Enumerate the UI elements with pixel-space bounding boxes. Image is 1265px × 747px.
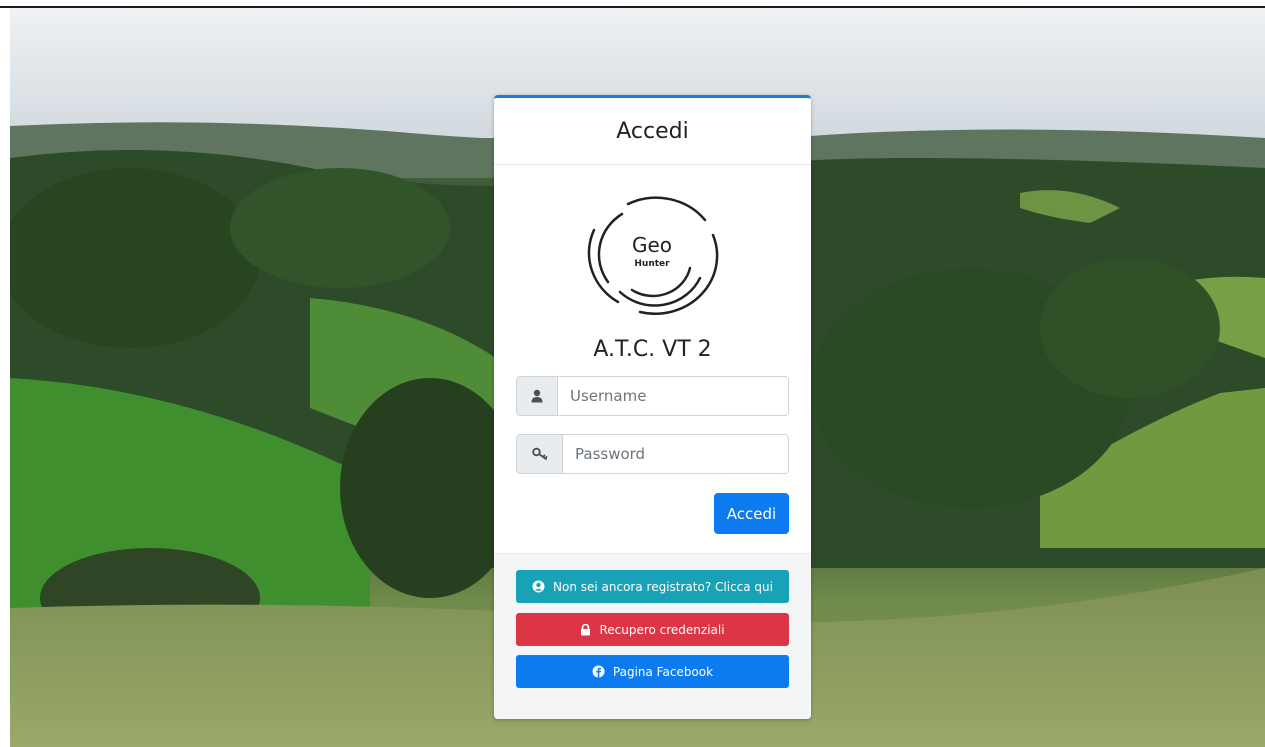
lock-icon <box>581 623 591 635</box>
password-input[interactable] <box>563 435 788 473</box>
login-card: Accedi Geo Hunter A.T.C. VT 2 Username A… <box>494 95 811 719</box>
user-icon <box>517 377 558 415</box>
user-circle-icon <box>532 580 545 593</box>
username-field-group <box>516 376 789 416</box>
logo-main-text: Geo <box>632 233 672 257</box>
logo-sub-text: Hunter <box>634 259 670 269</box>
recover-label: Recupero credenziali <box>599 622 725 637</box>
recover-credentials-button[interactable]: Recupero credenziali <box>516 613 789 646</box>
facebook-icon <box>592 665 605 678</box>
organization-name: A.T.C. VT 2 <box>593 337 712 362</box>
register-button[interactable]: Non sei ancora registrato? Clicca qui <box>516 570 789 603</box>
password-field-group <box>516 434 789 474</box>
facebook-label: Pagina Facebook <box>612 664 714 679</box>
login-footer: Non sei ancora registrato? Clicca qui Re… <box>494 553 811 719</box>
key-icon <box>517 435 563 473</box>
login-submit-button[interactable]: Accedi <box>714 493 789 534</box>
geohunter-logo-icon: Geo Hunter <box>587 196 719 315</box>
register-label: Non sei ancora registrato? Clicca qui <box>553 579 773 594</box>
login-title: Accedi <box>494 98 811 165</box>
facebook-page-button[interactable]: Pagina Facebook <box>516 655 789 688</box>
username-input[interactable] <box>558 377 788 415</box>
